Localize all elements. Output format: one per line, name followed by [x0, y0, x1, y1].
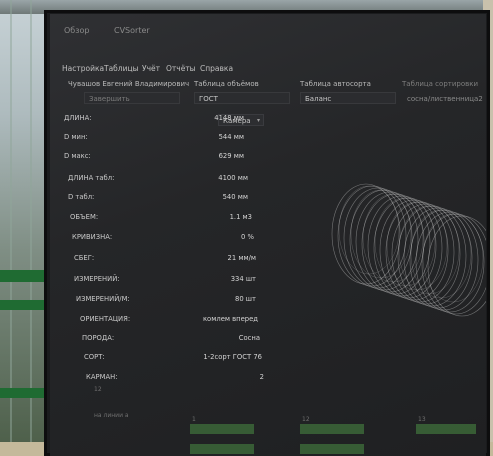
operator-name: Чувашов Евгений Владимирович	[68, 80, 190, 88]
menu-item-help[interactable]: Справка	[200, 64, 233, 73]
param-value: 1-2сорт ГОСТ 76	[203, 353, 262, 361]
param-value: 4100 мм	[218, 174, 248, 182]
param-row-measurements-per-m: ИЗМЕРЕНИЙ/М: 80 шт	[64, 295, 264, 309]
menu-item-reports[interactable]: Отчёты	[166, 64, 196, 73]
volume-table-select[interactable]: ГОСТ	[194, 92, 290, 104]
param-value: комлем вперед	[202, 315, 258, 323]
param-value: 21 мм/м	[227, 254, 256, 262]
pocket-bars: 1 12 13	[50, 414, 486, 454]
param-label: КАРМАН:	[86, 373, 118, 381]
param-row-curvature: КРИВИЗНА: 0 %	[64, 233, 264, 247]
param-row-grade: СОРТ: 1-2сорт ГОСТ 76	[64, 353, 264, 367]
param-row-dmin: D мин: 544 мм	[64, 133, 264, 147]
param-label: ОРИЕНТАЦИЯ:	[80, 315, 131, 323]
param-row-d-table: D табл: 540 мм	[64, 193, 264, 207]
sort-table-label: Таблица сортировки	[402, 80, 479, 88]
param-value: 334 шт	[230, 275, 256, 283]
param-label: КРИВИЗНА:	[72, 233, 113, 241]
param-row-length: ДЛИНА: 4148 мм	[64, 114, 264, 128]
pocket-bar	[416, 424, 476, 434]
finish-shift-button[interactable]: Завершить	[84, 92, 180, 104]
pocket-bar	[300, 444, 364, 454]
menu-item-tables[interactable]: Таблицы	[104, 64, 139, 73]
pocket-bar-label: 13	[418, 416, 426, 423]
param-label: ОБЪЕМ:	[70, 213, 99, 221]
param-row-measurements: ИЗМЕРЕНИЙ: 334 шт	[64, 275, 264, 289]
param-value: 544 мм	[218, 133, 244, 141]
sort-table-select[interactable]: сосна/лиственница2	[402, 92, 486, 104]
param-row-length-table: ДЛИНА табл: 4100 мм	[64, 174, 264, 188]
param-value: 2	[259, 373, 264, 381]
app-screen: Обзор CVSorter Настройка Таблицы Учёт От…	[50, 14, 486, 456]
param-label: D мин:	[64, 133, 88, 141]
menu-item-settings[interactable]: Настройка	[62, 64, 104, 73]
param-value: 4148 мм	[214, 114, 244, 122]
pocket-bar-label: 12	[302, 416, 310, 423]
param-label: СОРТ:	[84, 353, 105, 361]
param-label: ДЛИНА табл:	[68, 174, 115, 182]
param-label: ИЗМЕРЕНИЙ:	[74, 275, 120, 283]
param-value: 80 шт	[235, 295, 256, 303]
volume-table-label: Таблица объёмов	[194, 80, 259, 88]
param-label: ПОРОДА:	[82, 334, 115, 342]
param-label: D табл:	[68, 193, 95, 201]
param-label: ДЛИНА:	[64, 114, 92, 122]
param-label: ИЗМЕРЕНИЙ/М:	[76, 295, 130, 303]
overview-tab[interactable]: Обзор	[64, 26, 89, 35]
autosort-table-label: Таблица автосорта	[300, 80, 371, 88]
param-row-taper: СБЕГ: 21 мм/м	[64, 254, 264, 268]
menu-item-accounting[interactable]: Учёт	[142, 64, 160, 73]
param-label: СБЕГ:	[74, 254, 95, 262]
log-scan-wireframe	[331, 183, 486, 317]
param-row-volume: ОБЪЕМ: 1.1 м3	[64, 213, 264, 227]
param-row-dmax: D макс: 629 мм	[64, 152, 264, 166]
pocket-bar	[190, 424, 254, 434]
pocket-bar-label: 1	[192, 416, 196, 423]
log-scan-view	[326, 164, 486, 364]
app-title: CVSorter	[114, 26, 150, 35]
param-label: D макс:	[64, 152, 91, 160]
param-value: 0 %	[241, 233, 254, 241]
pocket-bar	[300, 424, 364, 434]
menu-bar: Настройка Таблицы Учёт Отчёты Справка	[50, 62, 486, 76]
pocket-bar	[190, 444, 254, 454]
param-value: 629 мм	[218, 152, 244, 160]
param-row-species: ПОРОДА: Сосна	[64, 334, 264, 348]
param-value: 540 мм	[222, 193, 248, 201]
param-row-orientation: ОРИЕНТАЦИЯ: комлем вперед	[64, 315, 264, 329]
param-value: 1.1 м3	[229, 213, 252, 221]
param-row-pocket: КАРМАН: 2	[64, 373, 264, 387]
title-bar: Обзор CVSorter	[50, 22, 486, 42]
pocket-subvalue: 12	[94, 386, 102, 393]
monitor: Обзор CVSorter Настройка Таблицы Учёт От…	[44, 10, 490, 456]
param-value: Сосна	[238, 334, 260, 342]
autosort-table-select[interactable]: Баланс	[300, 92, 396, 104]
